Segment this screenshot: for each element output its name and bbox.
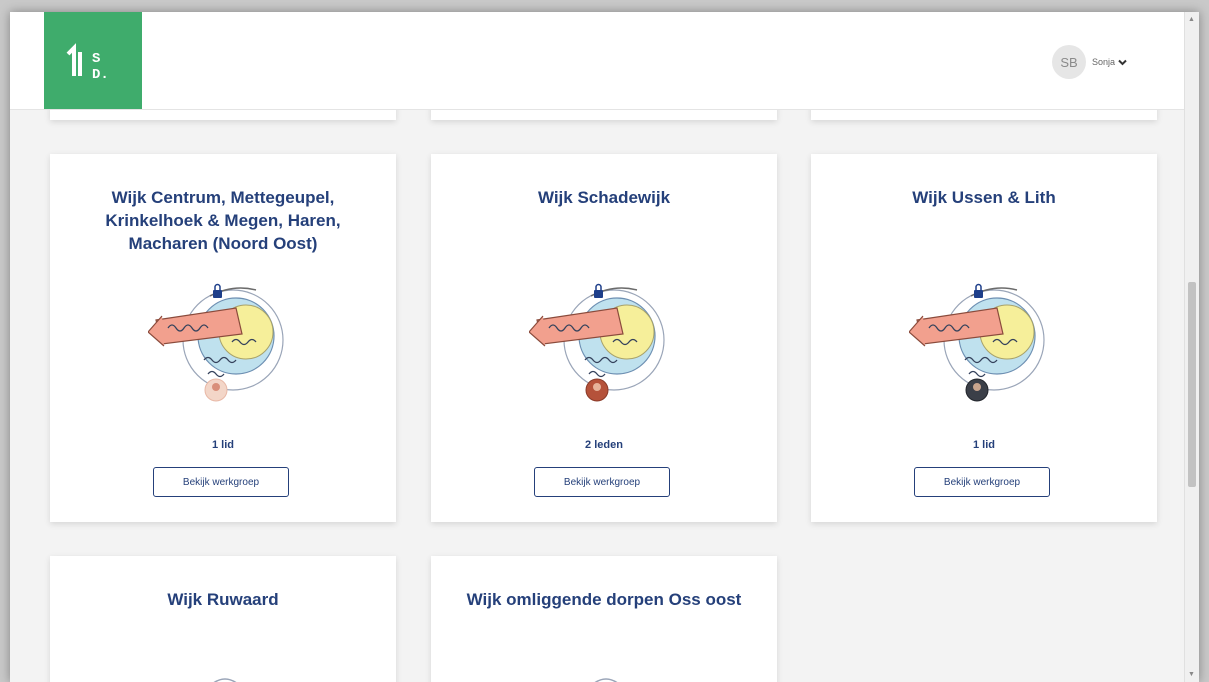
workgroup-title: Wijk Schadewijk: [537, 188, 671, 207]
workgroup-illustration: [594, 678, 618, 682]
browser-window: Wijk Centrum, Mettegeupel, Krinkelhoek &…: [10, 12, 1199, 682]
scrollbar-thumb[interactable]: [1188, 282, 1196, 487]
logo[interactable]: S D.: [44, 12, 142, 109]
view-workgroup-button[interactable]: Bekijk werkgroep: [153, 467, 289, 497]
workgroup-card: Wijk Schadewijk 2 leden Bekijk werkgroep: [431, 154, 777, 522]
member-count: 1 lid: [211, 439, 234, 451]
scroll-up-icon[interactable]: ▲: [1188, 16, 1195, 23]
chevron-down-icon: [1118, 59, 1127, 65]
workgroup-grid: Wijk Centrum, Mettegeupel, Krinkelhoek &…: [10, 12, 1196, 682]
view-workgroup-button[interactable]: Bekijk werkgroep: [914, 467, 1050, 497]
workgroup-title: Wijk Ruwaard: [167, 590, 279, 609]
view-workgroup-button[interactable]: Bekijk werkgroep: [534, 467, 670, 497]
workgroup-title: Wijk omliggende dorpen Oss oost: [466, 590, 742, 609]
user-menu[interactable]: SB Sonja: [1052, 45, 1127, 79]
workgroup-title: Wijk Centrum, Mettegeupel, Krinkelhoek &…: [105, 188, 341, 253]
logo-letters: S: [92, 51, 100, 67]
sd-logo-icon: S D.: [66, 43, 109, 82]
member-count: 1 lid: [972, 439, 995, 451]
workgroup-card: Wijk omliggende dorpen Oss oost: [431, 556, 777, 682]
scroll-down-icon[interactable]: ▼: [1188, 671, 1195, 678]
top-bar: S D. SB Sonja: [10, 12, 1196, 110]
workgroup-illustration: [909, 283, 1045, 402]
workgroup-illustration: [529, 283, 665, 402]
workgroup-illustration: [148, 283, 284, 402]
avatar: SB: [1052, 45, 1086, 79]
workgroup-card: Wijk Ruwaard: [50, 556, 396, 682]
logo-letters: D.: [92, 67, 109, 82]
workgroup-title: Wijk Ussen & Lith: [912, 188, 1056, 207]
workgroup-card: Wijk Ussen & Lith 1 lid Bekijk werkgroep: [811, 154, 1157, 522]
vertical-scrollbar[interactable]: ▲ ▼: [1184, 12, 1199, 682]
workgroup-card: Wijk Centrum, Mettegeupel, Krinkelhoek &…: [50, 154, 396, 522]
workgroup-illustration: [213, 678, 237, 682]
user-name: Sonja: [1092, 57, 1116, 67]
member-count: 2 leden: [585, 439, 623, 451]
